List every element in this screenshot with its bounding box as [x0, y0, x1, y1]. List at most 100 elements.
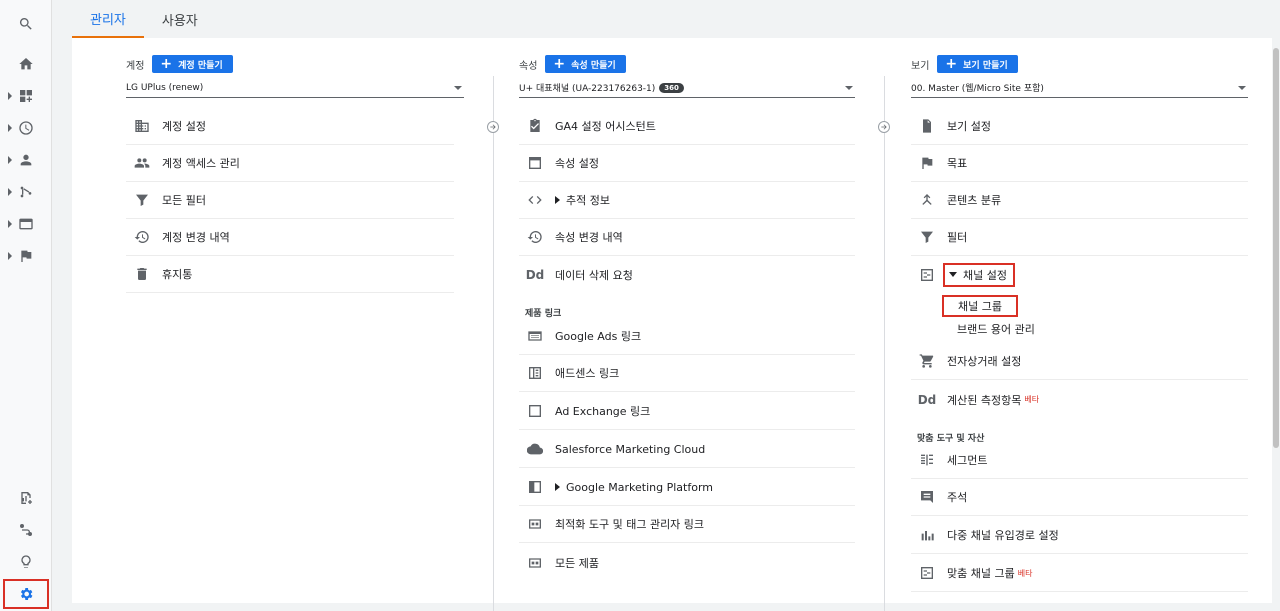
property-history-item[interactable]: 속성 변경 내역: [519, 219, 855, 256]
content-grouping-label: 콘텐츠 분류: [947, 194, 1002, 207]
account-settings-label: 계정 설정: [162, 120, 206, 133]
history-icon: [132, 227, 152, 247]
view-filters-item[interactable]: 필터: [911, 219, 1248, 256]
view-settings-label: 보기 설정: [947, 120, 991, 133]
trash-item[interactable]: 휴지통: [126, 256, 454, 293]
path-icon[interactable]: [0, 516, 52, 544]
mcf-settings-label: 다중 채널 유입경로 설정: [947, 529, 1059, 542]
view-select-value: 00. Master (웹/Micro Site 포함): [911, 84, 1044, 94]
jump-arrow-icon[interactable]: [878, 121, 890, 133]
content-grouping-item[interactable]: 콘텐츠 분류: [911, 182, 1248, 219]
adsense-icon: [525, 363, 545, 383]
grouping-icon: [917, 190, 937, 210]
home-icon[interactable]: [0, 50, 52, 78]
annotations-item[interactable]: 주석: [911, 479, 1248, 516]
checklist-icon: [525, 116, 545, 136]
plus-icon: +: [553, 56, 566, 72]
person-icon[interactable]: [0, 146, 52, 174]
plus-icon: +: [945, 56, 958, 72]
account-history-item[interactable]: 계정 변경 내역: [126, 219, 454, 256]
flag-icon[interactable]: [0, 242, 52, 270]
tracking-info-item[interactable]: 추적 정보: [519, 182, 855, 219]
tab-user[interactable]: 사용자: [144, 0, 216, 38]
account-select-value: LG UPlus (renew): [126, 82, 204, 93]
search-icon[interactable]: [0, 10, 52, 38]
building-icon: [132, 116, 152, 136]
ecommerce-settings-item[interactable]: 전자상거래 설정: [911, 343, 1248, 380]
view-select[interactable]: 00. Master (웹/Micro Site 포함): [911, 78, 1248, 98]
all-products-item[interactable]: 모든 제품: [519, 544, 855, 581]
optimize-tag-link-label: 최적화 도구 및 태그 관리자 링크: [555, 518, 705, 531]
gmp-link-label: Google Marketing Platform: [566, 480, 713, 494]
channel-settings-item[interactable]: 채널 설정: [911, 256, 1248, 293]
google-ads-link-item[interactable]: Google Ads 링크: [519, 318, 855, 355]
account-history-label: 계정 변경 내역: [162, 231, 230, 244]
data-deletion-label: 데이터 삭제 요청: [555, 268, 633, 282]
left-rail: [0, 0, 52, 611]
create-account-button[interactable]: + 계정 만들기: [152, 55, 233, 73]
channel-group-item[interactable]: 채널 그룹: [942, 295, 1018, 317]
goals-item[interactable]: 목표: [911, 145, 1248, 182]
lightbulb-icon[interactable]: [0, 548, 52, 576]
property-settings-label: 속성 설정: [555, 157, 599, 170]
ad-exchange-link-item[interactable]: Ad Exchange 링크: [519, 393, 855, 430]
segments-item[interactable]: 세그먼트: [911, 442, 1248, 479]
dropdown-arrow-icon: [845, 86, 853, 90]
view-label: 보기: [911, 60, 930, 72]
optimize-tag-link-item[interactable]: 최적화 도구 및 태그 관리자 링크: [519, 506, 855, 543]
brand-terms-item[interactable]: 브랜드 용어 관리: [957, 321, 1035, 337]
calculated-metrics-item[interactable]: Dd 계산된 측정항목 베타: [911, 381, 1248, 418]
window-icon: [525, 477, 545, 497]
custom-channel-group-label: 맞춤 채널 그룹: [947, 567, 1015, 580]
account-access-label: 계정 액세스 관리: [162, 157, 240, 170]
code-icon: [525, 190, 545, 210]
trash-icon: [132, 264, 152, 284]
collapse-caret-icon: [949, 272, 957, 277]
beta-badge: 베타: [1017, 568, 1033, 578]
window-icon: [525, 401, 545, 421]
salesforce-link-item[interactable]: Salesforce Marketing Cloud: [519, 431, 855, 468]
account-access-item[interactable]: 계정 액세스 관리: [126, 145, 454, 182]
scrollbar[interactable]: [1272, 38, 1280, 603]
mcf-settings-item[interactable]: 다중 채널 유입경로 설정: [911, 517, 1248, 554]
comment-icon: [917, 487, 937, 507]
window-icon: [525, 153, 545, 173]
scrollbar-thumb[interactable]: [1273, 48, 1279, 448]
admin-panel: 계정 + 계정 만들기 LG UPlus (renew) 계정 설정 계정 액세스…: [72, 38, 1272, 611]
data-deletion-item[interactable]: Dd 데이터 삭제 요청: [519, 256, 855, 293]
create-view-button[interactable]: + 보기 만들기: [937, 55, 1018, 73]
cloud-icon: [525, 439, 545, 459]
property-settings-item[interactable]: 속성 설정: [519, 145, 855, 182]
property-select[interactable]: U+ 대표채널 (UA-223176263-1) 360: [519, 78, 855, 98]
report-add-icon[interactable]: [0, 484, 52, 512]
all-filters-label: 모든 필터: [162, 194, 206, 207]
create-view-label: 보기 만들기: [963, 60, 1008, 71]
gmp-link-item[interactable]: Google Marketing Platform: [519, 469, 855, 506]
ga4-setup-assistant-item[interactable]: GA4 설정 어시스턴트: [519, 108, 855, 145]
tab-admin[interactable]: 관리자: [72, 0, 144, 38]
segment-icon: [917, 450, 937, 470]
view-column: 보기 + 보기 만들기 00. Master (웹/Micro Site 포함) …: [911, 38, 1251, 603]
admin-gear-icon[interactable]: [3, 579, 49, 609]
account-select[interactable]: LG UPlus (renew): [126, 78, 464, 98]
view-settings-item[interactable]: 보기 설정: [911, 108, 1248, 145]
custom-channel-group-item[interactable]: 맞춤 채널 그룹 베타: [911, 555, 1248, 592]
view-filters-label: 필터: [947, 231, 968, 244]
clock-icon[interactable]: [0, 114, 52, 142]
account-settings-item[interactable]: 계정 설정: [126, 108, 454, 145]
behavior-icon[interactable]: [0, 210, 52, 238]
ad-exchange-link-label: Ad Exchange 링크: [555, 405, 651, 418]
dashboard-icon[interactable]: [0, 82, 52, 110]
bars-icon: [917, 525, 937, 545]
link-icon: [525, 553, 545, 573]
dd-icon: Dd: [917, 390, 937, 410]
ga360-badge: 360: [659, 82, 684, 93]
acquisition-icon[interactable]: [0, 178, 52, 206]
column-divider: [493, 76, 494, 611]
dropdown-arrow-icon: [1238, 86, 1246, 90]
property-history-label: 속성 변경 내역: [555, 231, 623, 244]
create-property-button[interactable]: + 속성 만들기: [545, 55, 626, 73]
adsense-link-item[interactable]: 애드센스 링크: [519, 355, 855, 392]
all-filters-item[interactable]: 모든 필터: [126, 182, 454, 219]
jump-arrow-icon[interactable]: [487, 121, 499, 133]
